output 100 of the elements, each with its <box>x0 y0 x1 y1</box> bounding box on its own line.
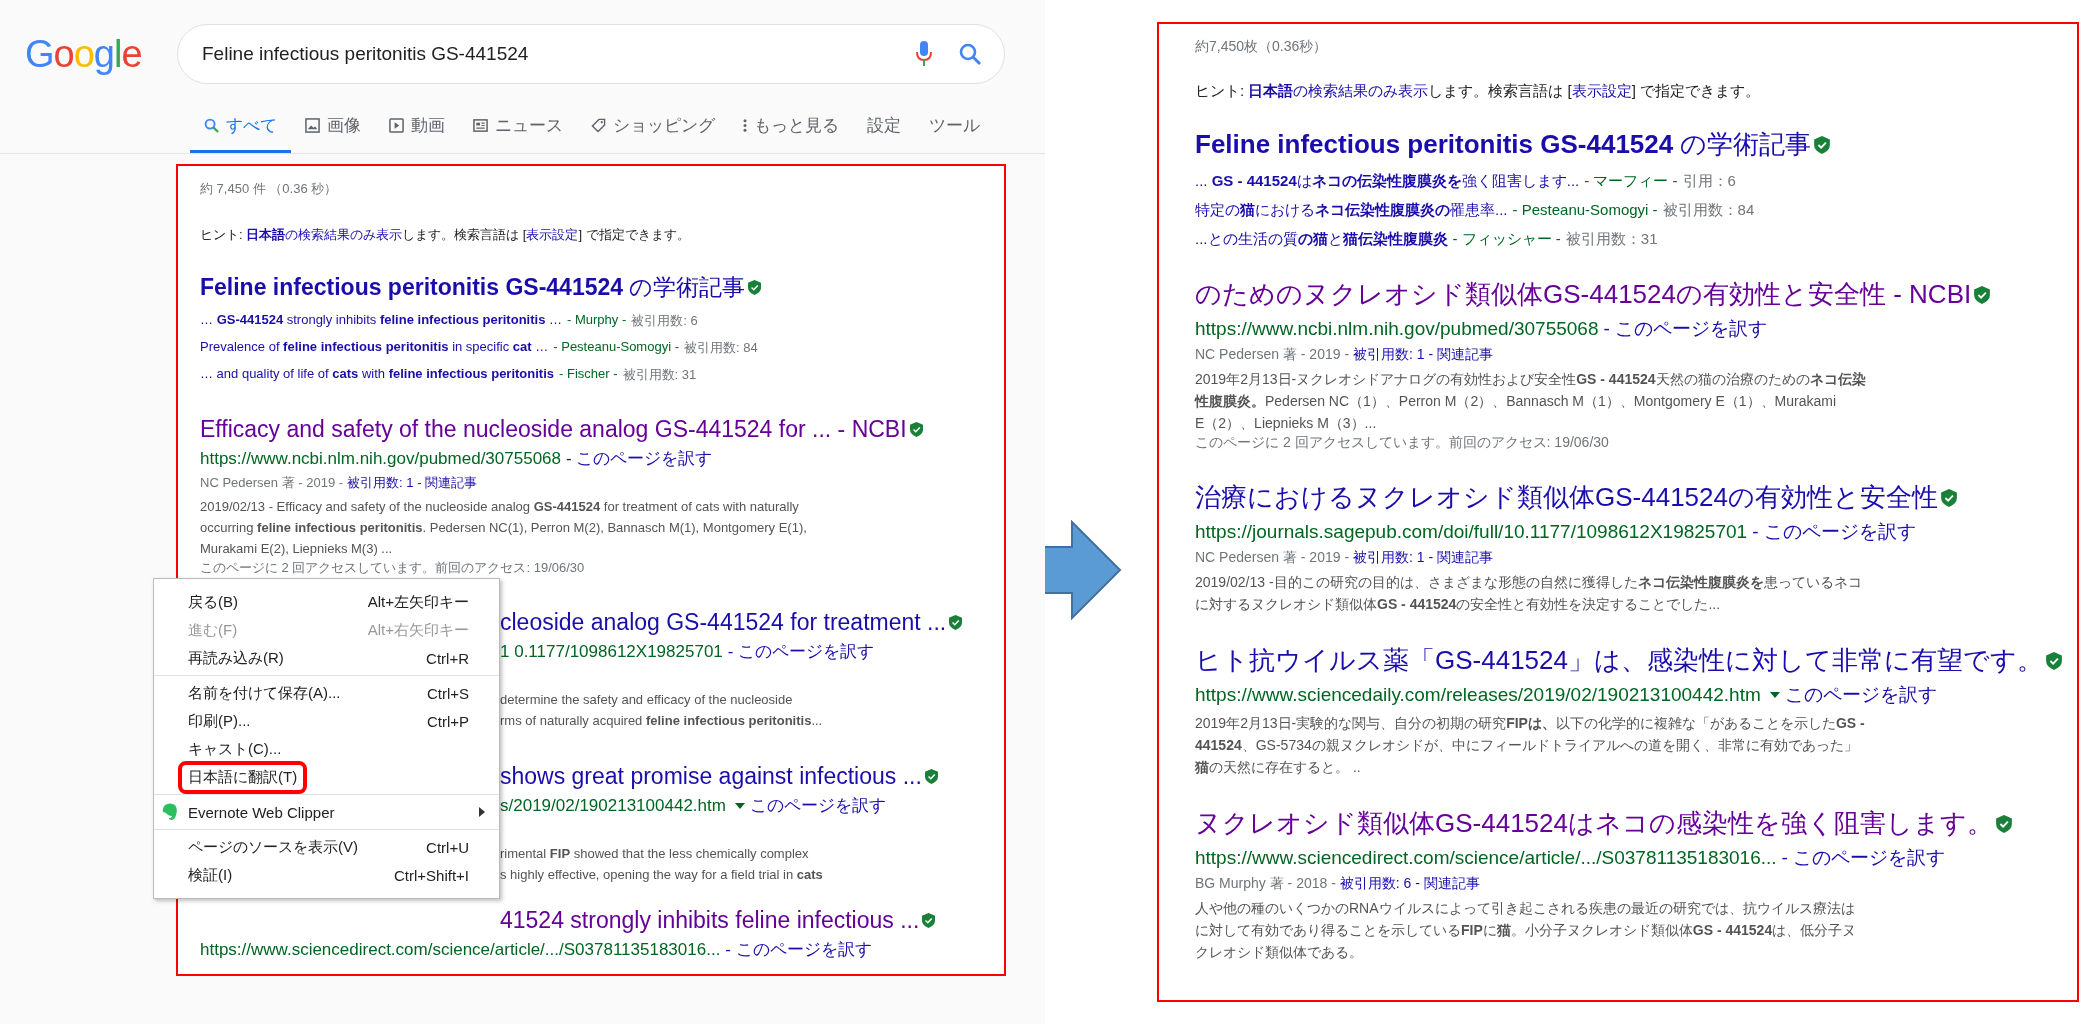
article-author: - Murphy - <box>567 312 627 329</box>
related-articles-link[interactable]: 関連記事 <box>1437 346 1494 364</box>
shield-icon <box>1941 488 1957 507</box>
article-link[interactable]: 特定の猫におけるネコ伝染性腹膜炎の罹患率... <box>1195 201 1508 220</box>
shield-icon <box>1814 135 1831 154</box>
menu-item[interactable]: 日本語に翻訳(T) <box>154 763 499 791</box>
menu-item[interactable]: 印刷(P)... Ctrl+P <box>154 707 499 735</box>
result-title[interactable]: shows great promise against infectious ... <box>500 763 922 790</box>
tag-icon <box>591 118 606 133</box>
visit-note: このページに 2 回アクセスしています。前回のアクセス: 19/06/30 <box>1195 434 1610 452</box>
tab[interactable]: 動画 <box>375 106 459 153</box>
result-title[interactable]: ヒト抗ウイルス薬「GS-441524」は、感染性に対して非常に有望です。 <box>1195 643 2043 678</box>
article-link[interactable]: … and quality of life of cats with feline infectious peritonitis <box>200 366 555 384</box>
menu-item[interactable]: キャスト(C)... <box>154 735 499 763</box>
article-link[interactable]: ... GS - 441524はネコの伝染性腹膜炎を強く阻害します... <box>1195 172 1580 191</box>
tab[interactable]: ショッピング <box>577 106 729 153</box>
result-url: https://www.ncbi.nlm.nih.gov/pubmed/30755068 <box>1195 318 1599 340</box>
result-title[interactable]: ヌクレオシド類似体GS-441524はネコの感染性を強く阻害します。 <box>1195 806 1993 841</box>
article-author: - Fischer - <box>559 366 618 383</box>
language-hint: ヒント: 日本語の検索結果のみ表示します。検索言語は [表示設定] で指定できます。 <box>200 226 691 244</box>
translate-link[interactable]: - このページを訳す <box>725 938 872 961</box>
shield-icon <box>1974 285 1991 304</box>
visit-note: このページに 2 回アクセスしています。前回のアクセス: 19/06/30 <box>200 559 586 577</box>
translate-link[interactable]: - このページを訳す <box>1752 519 1916 545</box>
article-author: - Pesteanu-Somogyi - <box>553 339 679 356</box>
author-year: NC Pedersen 著 - 2019 - <box>200 474 344 492</box>
submenu-arrow-icon <box>479 807 485 817</box>
result-snippet: 人や他の種のいくつかのRNAウイルスによって引き起こされる疾患の最近の研究では、抗ウイルス療法は に対して有効であり得ることを示しているFIPに猫。小分子ヌクレオシド類似体GS - 441524は、低分子ヌ クレオシド類似体である。 <box>1195 899 1857 962</box>
more-icon <box>743 118 747 133</box>
newspaper-icon <box>473 118 488 133</box>
tab[interactable]: すべて <box>190 106 291 153</box>
result-title[interactable]: 41524 strongly inhibits feline infectious ... <box>500 907 920 934</box>
menu-item[interactable]: Evernote Web Clipper <box>154 798 499 826</box>
tab[interactable]: ニュース <box>459 106 577 153</box>
shield-icon <box>748 280 762 295</box>
hint-link[interactable]: 日本語の検索結果のみ表示 <box>1248 82 1429 99</box>
result-title[interactable]: Feline infectious peritonitis GS-441524 の学術記事 <box>1195 127 1812 162</box>
result-url: https://www.ncbi.nlm.nih.gov/pubmed/30755068 <box>200 448 561 469</box>
citation-count: 被引用数：31 <box>1565 230 1658 249</box>
cited-by-link[interactable]: 被引用数: 1 - <box>347 474 422 492</box>
tab[interactable]: 画像 <box>291 106 375 153</box>
translate-link[interactable]: このページを訳す <box>1784 682 1937 708</box>
caret-icon[interactable] <box>734 802 745 809</box>
menu-item[interactable]: ページのソースを表示(V) Ctrl+U <box>154 833 499 861</box>
translate-link[interactable]: - このページを訳す <box>1781 845 1946 871</box>
translate-link[interactable]: - このページを訳す <box>727 640 875 663</box>
result-url: s/2019/02/190213100442.htm <box>500 795 726 816</box>
result-url: https://journals.sagepub.com/doi/full/10.1177/1098612X19825701 <box>1195 521 1748 543</box>
menu-item[interactable]: 検証(I) Ctrl+Shift+I <box>154 861 499 889</box>
result-url: 1 0.1177/1098612X19825701 <box>500 641 723 662</box>
translate-link[interactable]: - このページを訳す <box>1603 316 1768 342</box>
shield-icon <box>924 769 938 784</box>
result-title[interactable]: 治療におけるヌクレオシド類似体GS-441524の有効性と安全性 <box>1195 480 1938 515</box>
microphone-icon[interactable] <box>916 41 932 67</box>
related-articles-link[interactable]: 関連記事 <box>1437 549 1494 567</box>
article-author: - フィッシャー - <box>1452 230 1561 249</box>
result-snippet: 2019/02/13 - Efficacy and safety of the nucleoside analog GS-441524 for treatment of cats with naturally occurring feline infectious peritonitis. Pedersen NC(1), Perron M(2), Bannasch M(1), Montgomery E(1), Murakami E(2), Liepnieks M(3) ... <box>200 498 807 558</box>
author-year: BG Murphy 著 - 2018 - <box>1195 875 1336 893</box>
elephant-icon <box>162 803 178 821</box>
cited-by-link[interactable]: 被引用数: 1 - <box>1353 346 1434 364</box>
shield-icon <box>922 913 936 928</box>
menu-item[interactable]: 戻る(B) Alt+左矢印キー <box>154 588 499 616</box>
article-link[interactable]: … GS-441524 strongly inhibits feline infectious peritonitis … <box>200 312 562 330</box>
cited-by-link[interactable]: 被引用数: 6 - <box>1339 875 1420 893</box>
hint-link[interactable]: 表示設定 <box>1571 82 1632 99</box>
result-snippet: 2019年2月13日-実験的な関与、自分の初期の研究FIPは、以下の化学的に複雑な「があることを示したGS - 441524、GS-5734の親ヌクレオシドが、中にフィールドトライアルへの道を開く、非常に有効であった」 猫の天然に存在すると。 .. <box>1195 714 1865 777</box>
result-title[interactable]: のためのヌクレオシド類似体GS-441524の有効性と安全性 - NCBI <box>1195 277 1972 312</box>
shield-icon <box>2046 651 2062 670</box>
related-articles-link[interactable]: 関連記事 <box>425 474 478 492</box>
image-icon <box>305 118 320 133</box>
related-articles-link[interactable]: 関連記事 <box>1423 875 1480 893</box>
play-icon <box>389 118 404 133</box>
result-title[interactable]: Feline infectious peritonitis GS-441524 の学術記事 <box>200 272 746 303</box>
shield-icon <box>949 615 963 630</box>
result-url: https://www.sciencedirect.com/science/article/.../S03781135183016... <box>1195 847 1777 869</box>
search-field[interactable]: Feline infectious peritonitis GS-441524 <box>177 24 1005 84</box>
hint-link[interactable]: 日本語の検索結果のみ表示 <box>246 227 403 242</box>
tab[interactable]: 設定 <box>853 106 915 153</box>
tab[interactable]: ツール <box>915 106 994 153</box>
caret-icon[interactable] <box>1769 692 1780 698</box>
search-icon <box>204 118 219 133</box>
hint-link[interactable]: 表示設定 <box>526 227 579 242</box>
cited-by-link[interactable]: 被引用数: 1 - <box>1353 549 1434 567</box>
article-link[interactable]: Prevalence of feline infectious peritonitis in specific cat … <box>200 339 549 357</box>
search-icon[interactable] <box>958 42 982 66</box>
menu-item[interactable]: 再読み込み(R) Ctrl+R <box>154 644 499 672</box>
logo[interactable]: Google <box>25 32 177 76</box>
result-title[interactable]: Efficacy and safety of the nucleoside analog GS-441524 for ... - NCBI <box>200 416 907 443</box>
result-snippet: 2019/02/13 -目的この研究の目的は、さまざまな形態の自然に獲得したネコ伝染性腹膜炎を患っているネコ に対するヌクレオシド類似体GS - 441524の安全性と有効性を決定することでした... <box>1195 573 1862 614</box>
result-snippet: determine the safety and efficacy of the nucleoside rms of naturally acquired feline infectious peritonitis... <box>500 691 823 730</box>
translate-link[interactable]: このページを訳す <box>749 794 886 817</box>
translate-link[interactable]: - このページを訳す <box>566 447 713 470</box>
author-year: NC Pedersen 著 - 2019 - <box>1195 346 1350 364</box>
shield-icon <box>1996 814 2012 833</box>
menu-item[interactable]: 名前を付けて保存(A)... Ctrl+S <box>154 679 499 707</box>
citation-count: 被引用数: 84 <box>684 339 758 357</box>
tab[interactable]: もっと見る <box>729 106 853 153</box>
article-link[interactable]: ...との生活の質の猫と猫伝染性腹膜炎 <box>1195 230 1448 249</box>
result-title[interactable]: cleoside analog GS-441524 for treatment ... <box>500 609 947 636</box>
citation-count: 引用：6 <box>1682 172 1736 191</box>
